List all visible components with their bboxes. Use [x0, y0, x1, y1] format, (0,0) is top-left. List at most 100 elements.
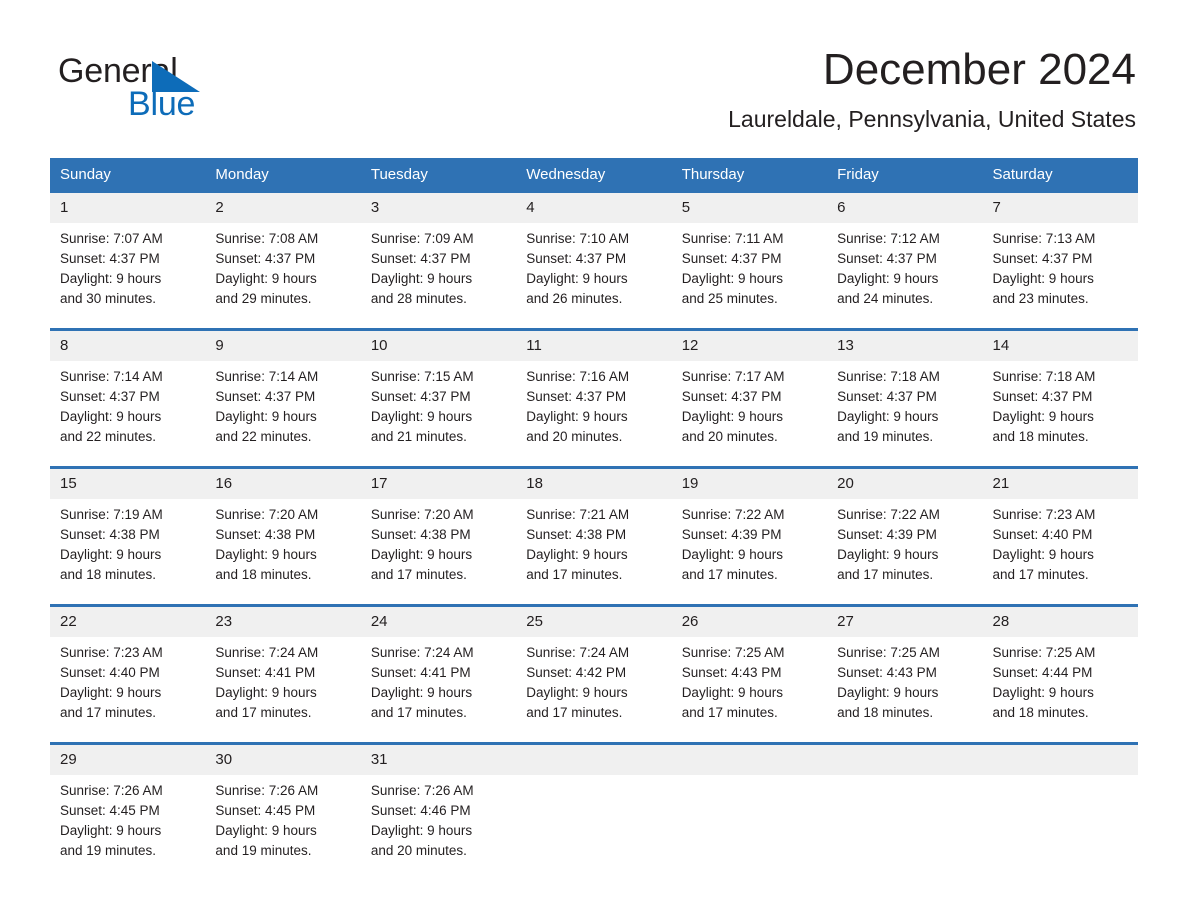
daylight-duration-line2: and 17 minutes.: [370, 705, 467, 720]
calendar-day-cell[interactable]: 23 Sunrise: 7:24 AM Sunset: 4:41 PM Dayligh…: [205, 604, 361, 744]
day-number: 2: [205, 193, 361, 223]
day-details: Sunrise: 7:22 AM Sunset: 4:39 PM Daylight:…: [672, 499, 827, 585]
weekday-header-thursday: Thursday: [671, 158, 828, 193]
daylight-duration-line1: Daylight: 9 hours: [681, 547, 783, 562]
sunrise-time: Sunrise: 7:26 AM: [60, 783, 163, 798]
calendar-day-cell[interactable]: 21 Sunrise: 7:23 AM Sunset: 4:40 PM Dayligh…: [982, 466, 1138, 606]
calendar-week-row: 15 Sunrise: 7:19 AM Sunset: 4:38 PM Dayligh…: [50, 466, 1138, 606]
calendar-day-cell[interactable]: 3 Sunrise: 7:09 AM Sunset: 4:37 PM Daylight…: [360, 193, 517, 330]
day-details: Sunrise: 7:07 AM Sunset: 4:37 PM Daylight:…: [50, 223, 205, 309]
day-cell-inner: 5 Sunrise: 7:11 AM Sunset: 4:37 PM Daylight…: [671, 193, 828, 328]
daylight-duration-line1: Daylight: 9 hours: [526, 547, 628, 562]
calendar-day-cell[interactable]: 8 Sunrise: 7:14 AM Sunset: 4:37 PM Daylight…: [50, 328, 206, 468]
daylight-duration-line1: Daylight: 9 hours: [992, 547, 1094, 562]
sunset-time: Sunset: 4:38 PM: [215, 527, 316, 542]
daylight-duration-line1: Daylight: 9 hours: [370, 685, 473, 700]
daylight-duration-line2: and 29 minutes.: [215, 291, 312, 306]
sunset-time: Sunset: 4:37 PM: [60, 251, 160, 266]
calendar-day-cell[interactable]: 19 Sunrise: 7:22 AM Sunset: 4:39 PM Dayligh…: [671, 466, 828, 606]
calendar-day-cell-empty: [671, 742, 828, 880]
sunset-time: Sunset: 4:37 PM: [992, 251, 1093, 266]
calendar-day-cell[interactable]: 12 Sunrise: 7:17 AM Sunset: 4:37 PM Dayligh…: [671, 328, 828, 468]
day-details: [983, 775, 1138, 781]
calendar-day-cell[interactable]: 25 Sunrise: 7:24 AM Sunset: 4:42 PM Dayligh…: [516, 604, 672, 744]
day-cell-inner: 21 Sunrise: 7:23 AM Sunset: 4:40 PM Dayligh…: [982, 469, 1138, 604]
sunrise-time: Sunrise: 7:20 AM: [370, 507, 474, 522]
daylight-duration-line2: and 19 minutes.: [215, 843, 312, 858]
calendar-day-cell[interactable]: 13 Sunrise: 7:18 AM Sunset: 4:37 PM Dayligh…: [827, 328, 983, 468]
sunset-time: Sunset: 4:37 PM: [681, 251, 782, 266]
daylight-duration-line1: Daylight: 9 hours: [370, 823, 473, 838]
calendar-day-cell[interactable]: 28 Sunrise: 7:25 AM Sunset: 4:44 PM Dayligh…: [982, 604, 1138, 744]
weekday-header-friday: Friday: [827, 158, 983, 193]
day-number: 1: [50, 193, 206, 223]
daylight-duration-line2: and 20 minutes.: [526, 429, 623, 444]
day-number: 18: [516, 469, 672, 499]
calendar-day-cell[interactable]: 31 Sunrise: 7:26 AM Sunset: 4:46 PM Dayligh…: [360, 742, 517, 880]
day-number: 21: [982, 469, 1138, 499]
calendar-day-cell[interactable]: 18 Sunrise: 7:21 AM Sunset: 4:38 PM Dayligh…: [516, 466, 672, 606]
calendar-day-cell[interactable]: 17 Sunrise: 7:20 AM Sunset: 4:38 PM Dayligh…: [360, 466, 517, 606]
calendar-day-cell[interactable]: 27 Sunrise: 7:25 AM Sunset: 4:43 PM Dayligh…: [827, 604, 983, 744]
daylight-duration-line2: and 17 minutes.: [992, 567, 1089, 582]
calendar-day-cell[interactable]: 26 Sunrise: 7:25 AM Sunset: 4:43 PM Dayligh…: [671, 604, 828, 744]
day-details: Sunrise: 7:18 AM Sunset: 4:37 PM Daylight:…: [827, 361, 982, 447]
calendar-day-cell[interactable]: 15 Sunrise: 7:19 AM Sunset: 4:38 PM Dayligh…: [50, 466, 206, 606]
sunrise-time: Sunrise: 7:24 AM: [215, 645, 319, 660]
day-number: [671, 745, 828, 775]
calendar-day-cell[interactable]: 29 Sunrise: 7:26 AM Sunset: 4:45 PM Dayligh…: [50, 742, 206, 880]
calendar-body: 1 Sunrise: 7:07 AM Sunset: 4:37 PM Daylight…: [50, 193, 1138, 880]
daylight-duration-line2: and 21 minutes.: [370, 429, 467, 444]
calendar-day-cell[interactable]: 20 Sunrise: 7:22 AM Sunset: 4:39 PM Dayligh…: [827, 466, 983, 606]
calendar-header-row: Sunday Monday Tuesday Wednesday Thursday…: [50, 158, 1138, 193]
daylight-duration-line2: and 18 minutes.: [992, 429, 1089, 444]
daylight-duration-line1: Daylight: 9 hours: [215, 823, 317, 838]
sunrise-time: Sunrise: 7:13 AM: [992, 231, 1096, 246]
calendar-day-cell[interactable]: 7 Sunrise: 7:13 AM Sunset: 4:37 PM Daylight…: [982, 193, 1138, 330]
daylight-duration-line1: Daylight: 9 hours: [681, 409, 783, 424]
sunrise-time: Sunrise: 7:16 AM: [526, 369, 630, 384]
calendar-day-cell[interactable]: 4 Sunrise: 7:10 AM Sunset: 4:37 PM Daylight…: [516, 193, 672, 330]
calendar-day-cell[interactable]: 30 Sunrise: 7:26 AM Sunset: 4:45 PM Dayligh…: [205, 742, 361, 880]
day-number: [516, 745, 672, 775]
day-cell-inner: 14 Sunrise: 7:18 AM Sunset: 4:37 PM Dayligh…: [982, 331, 1138, 466]
sunrise-time: Sunrise: 7:08 AM: [215, 231, 319, 246]
day-cell-inner: 16 Sunrise: 7:20 AM Sunset: 4:38 PM Dayligh…: [205, 469, 361, 604]
daylight-duration-line1: Daylight: 9 hours: [60, 547, 162, 562]
day-number: 27: [827, 607, 983, 637]
calendar-day-cell[interactable]: 11 Sunrise: 7:16 AM Sunset: 4:37 PM Dayligh…: [516, 328, 672, 468]
day-cell-inner: 4 Sunrise: 7:10 AM Sunset: 4:37 PM Daylight…: [516, 193, 672, 328]
day-cell-inner: 23 Sunrise: 7:24 AM Sunset: 4:41 PM Dayligh…: [205, 607, 361, 742]
day-cell-inner: 12 Sunrise: 7:17 AM Sunset: 4:37 PM Dayligh…: [671, 331, 828, 466]
title-block: December 2024 Laureldale, Pennsylvania, …: [728, 44, 1136, 134]
calendar-day-cell[interactable]: 9 Sunrise: 7:14 AM Sunset: 4:37 PM Daylight…: [205, 328, 361, 468]
sunrise-time: Sunrise: 7:07 AM: [60, 231, 163, 246]
day-number: 6: [827, 193, 983, 223]
daylight-duration-line1: Daylight: 9 hours: [681, 271, 783, 286]
calendar-day-cell[interactable]: 22 Sunrise: 7:23 AM Sunset: 4:40 PM Dayligh…: [50, 604, 206, 744]
daylight-duration-line2: and 28 minutes.: [370, 291, 467, 306]
sunrise-time: Sunrise: 7:22 AM: [837, 507, 940, 522]
calendar-day-cell[interactable]: 1 Sunrise: 7:07 AM Sunset: 4:37 PM Daylight…: [50, 193, 206, 330]
page-title: December 2024: [822, 45, 1136, 94]
day-details: Sunrise: 7:08 AM Sunset: 4:37 PM Daylight:…: [205, 223, 360, 309]
calendar-day-cell[interactable]: 2 Sunrise: 7:08 AM Sunset: 4:37 PM Daylight…: [205, 193, 361, 330]
calendar-day-cell[interactable]: 24 Sunrise: 7:24 AM Sunset: 4:41 PM Dayligh…: [360, 604, 517, 744]
sunrise-time: Sunrise: 7:14 AM: [215, 369, 319, 384]
calendar-day-cell[interactable]: 16 Sunrise: 7:20 AM Sunset: 4:38 PM Dayligh…: [205, 466, 361, 606]
weekday-header-wednesday: Wednesday: [516, 158, 672, 193]
daylight-duration-line2: and 20 minutes.: [370, 843, 467, 858]
day-cell-inner: 6 Sunrise: 7:12 AM Sunset: 4:37 PM Daylight…: [827, 193, 983, 328]
day-number: 22: [50, 607, 206, 637]
day-cell-inner: 29 Sunrise: 7:26 AM Sunset: 4:45 PM Dayligh…: [50, 745, 206, 880]
sunrise-time: Sunrise: 7:12 AM: [837, 231, 940, 246]
calendar-day-cell[interactable]: 10 Sunrise: 7:15 AM Sunset: 4:37 PM Dayligh…: [360, 328, 517, 468]
calendar-day-cell[interactable]: 14 Sunrise: 7:18 AM Sunset: 4:37 PM Dayligh…: [982, 328, 1138, 468]
daylight-duration-line1: Daylight: 9 hours: [370, 271, 473, 286]
sunrise-time: Sunrise: 7:18 AM: [992, 369, 1096, 384]
day-number: 28: [982, 607, 1138, 637]
calendar-day-cell[interactable]: 6 Sunrise: 7:12 AM Sunset: 4:37 PM Daylight…: [827, 193, 983, 330]
calendar-day-cell[interactable]: 5 Sunrise: 7:11 AM Sunset: 4:37 PM Daylight…: [671, 193, 828, 330]
general-blue-logo[interactable]: General Blue: [58, 52, 288, 124]
calendar-week-row: 29 Sunrise: 7:26 AM Sunset: 4:45 PM Dayligh…: [50, 742, 1138, 880]
